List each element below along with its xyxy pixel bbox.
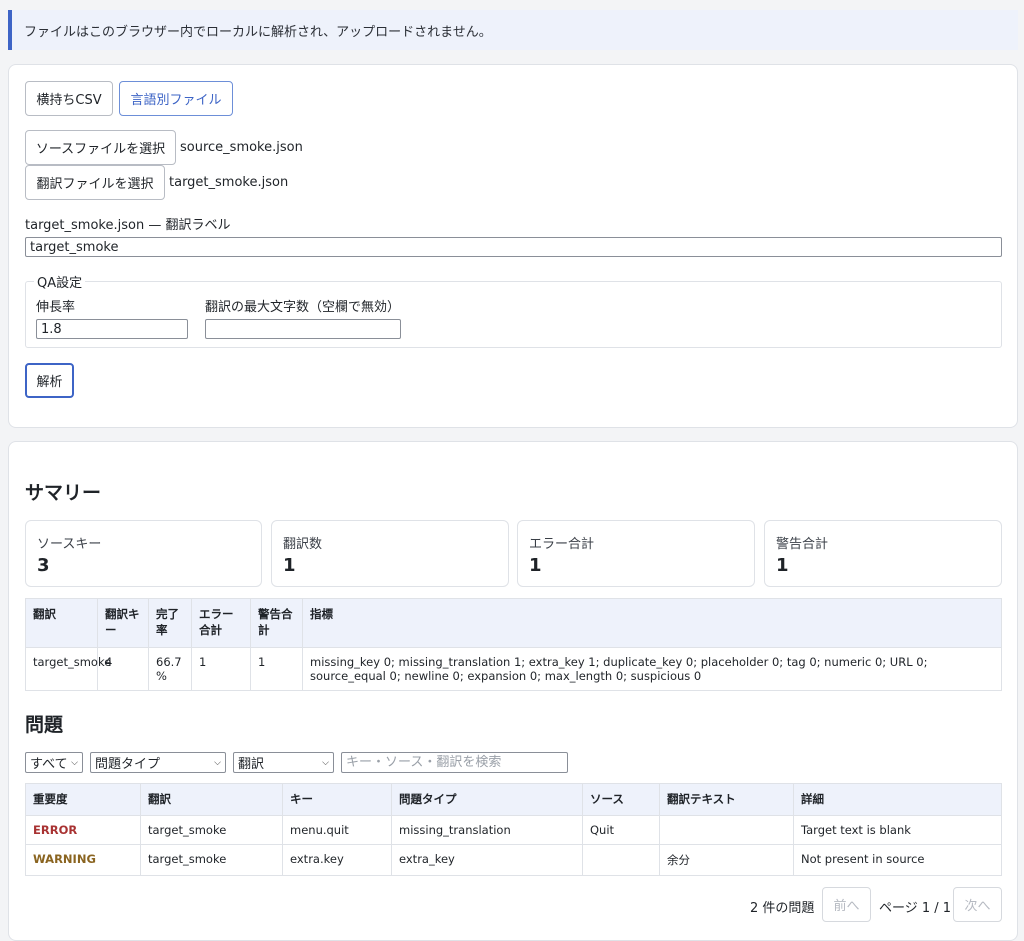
translation-filter-select[interactable]: 翻訳 ⌵ [233, 752, 334, 773]
severity-badge: ERROR [25, 815, 141, 845]
upload-panel: 横持ちCSV 言語別ファイル ソースファイルを選択 source_smoke.j… [8, 64, 1018, 428]
stat-value: 1 [529, 555, 542, 576]
table-row: ERROR target_smoke menu.quit missing_tra… [25, 815, 1002, 845]
cell-warnings: 1 [250, 647, 303, 691]
cell-key: extra.key [282, 844, 392, 876]
cell-key: menu.quit [282, 815, 392, 845]
table-row: WARNING target_smoke extra.key extra_key… [25, 844, 1002, 876]
cell-source: Quit [582, 815, 660, 845]
summary-title: サマリー [25, 482, 102, 504]
target-filename: target_smoke.json [169, 175, 289, 190]
summary-header-row: 翻訳 翻訳キー 完了率 エラー合計 警告合計 指標 [25, 598, 1002, 648]
max-length-input[interactable] [205, 319, 401, 339]
issue-count: 2 件の問題 [750, 901, 815, 916]
max-length-label: 翻訳の最大文字数（空欄で無効） [205, 300, 401, 315]
notice-text: ファイルはこのブラウザー内でローカルに解析され、アップロードされません。 [24, 24, 492, 40]
page-indicator: ページ 1 / 1 [879, 901, 952, 916]
select-source-file-button[interactable]: ソースファイルを選択 [25, 130, 176, 165]
source-filename: source_smoke.json [180, 140, 303, 155]
results-panel: サマリー ソースキー 3 翻訳数 1 エラー合計 1 警告合計 1 翻訳 翻訳キ… [8, 441, 1018, 941]
cell-details: Target text is blank [793, 815, 1002, 845]
col-translation-text: 翻訳テキスト [659, 783, 794, 816]
cell-details: Not present in source [793, 844, 1002, 876]
issues-header-row: 重要度 翻訳 キー 問題タイプ ソース 翻訳テキスト 詳細 [25, 783, 1002, 816]
next-page-button[interactable]: 次へ [953, 887, 1002, 922]
col-translation-keys: 翻訳キー [97, 598, 149, 648]
cell-translation: target_smoke [25, 647, 111, 691]
cell-errors: 1 [191, 647, 251, 691]
col-severity: 重要度 [25, 783, 141, 816]
stat-warnings: 警告合計 1 [764, 520, 1002, 587]
col-metrics: 指標 [302, 598, 1002, 648]
expansion-rate-label: 伸長率 [36, 300, 76, 315]
translation-label-input[interactable] [25, 237, 1002, 257]
col-translation: 翻訳 [25, 598, 98, 648]
col-errors: エラー合計 [191, 598, 251, 648]
stat-source-keys: ソースキー 3 [25, 520, 262, 587]
cell-translation: target_smoke [140, 815, 283, 845]
issue-type-filter-select[interactable]: 問題タイプ ⌵ [90, 752, 226, 773]
chevron-down-icon: ⌵ [214, 757, 221, 768]
col-source: ソース [582, 783, 660, 816]
stat-value: 3 [37, 555, 50, 576]
severity-filter-value: すべて [30, 757, 68, 772]
chevron-down-icon: ⌵ [71, 757, 78, 768]
cell-translation: target_smoke [140, 844, 283, 876]
stat-label: ソースキー [37, 537, 102, 552]
cell-translation-keys: 4 [97, 647, 149, 691]
issue-type-filter-value: 問題タイプ [95, 757, 161, 772]
stat-label: エラー合計 [529, 537, 595, 552]
cell-issue-type: missing_translation [391, 815, 583, 845]
cell-translation-text: 余分 [659, 844, 794, 876]
stat-translations: 翻訳数 1 [271, 520, 509, 587]
issues-title: 問題 [25, 714, 64, 736]
privacy-notice: ファイルはこのブラウザー内でローカルに解析され、アップロードされません。 [8, 10, 1018, 50]
chevron-down-icon: ⌵ [322, 757, 329, 768]
stat-label: 翻訳数 [283, 537, 323, 552]
col-details: 詳細 [793, 783, 1002, 816]
cell-translation-text [659, 815, 794, 845]
issues-search-input[interactable] [341, 752, 568, 773]
col-translation: 翻訳 [140, 783, 283, 816]
translation-label-caption: target_smoke.json — 翻訳ラベル [25, 218, 231, 233]
issues-table: 重要度 翻訳 キー 問題タイプ ソース 翻訳テキスト 詳細 ERROR targ… [25, 783, 1002, 876]
expansion-rate-input[interactable] [36, 319, 188, 339]
analyze-button[interactable]: 解析 [25, 363, 74, 398]
cell-source [582, 844, 660, 876]
stat-errors: エラー合計 1 [517, 520, 755, 587]
stat-value: 1 [283, 555, 296, 576]
select-target-file-button[interactable]: 翻訳ファイルを選択 [25, 165, 165, 200]
stat-label: 警告合計 [776, 537, 829, 552]
stat-value: 1 [776, 555, 789, 576]
severity-badge: WARNING [25, 844, 141, 876]
col-key: キー [282, 783, 392, 816]
cell-issue-type: extra_key [391, 844, 583, 876]
col-completion: 完了率 [148, 598, 192, 648]
col-issue-type: 問題タイプ [391, 783, 583, 816]
mode-per-language-button[interactable]: 言語別ファイル [119, 81, 233, 116]
mode-csv-button[interactable]: 横持ちCSV [25, 81, 113, 116]
prev-page-button[interactable]: 前へ [822, 887, 871, 922]
translation-filter-value: 翻訳 [238, 757, 265, 772]
summary-table: 翻訳 翻訳キー 完了率 エラー合計 警告合計 指標 target_smoke 4… [25, 598, 1002, 691]
qa-settings-legend: QA設定 [37, 276, 83, 291]
col-warnings: 警告合計 [250, 598, 303, 648]
severity-filter-select[interactable]: すべて ⌵ [25, 752, 83, 773]
cell-metrics: missing_key 0; missing_translation 1; ex… [302, 647, 1002, 691]
cell-completion: 66.7 % [148, 647, 192, 691]
table-row: target_smoke 4 66.7 % 1 1 missing_key 0;… [25, 647, 1002, 691]
